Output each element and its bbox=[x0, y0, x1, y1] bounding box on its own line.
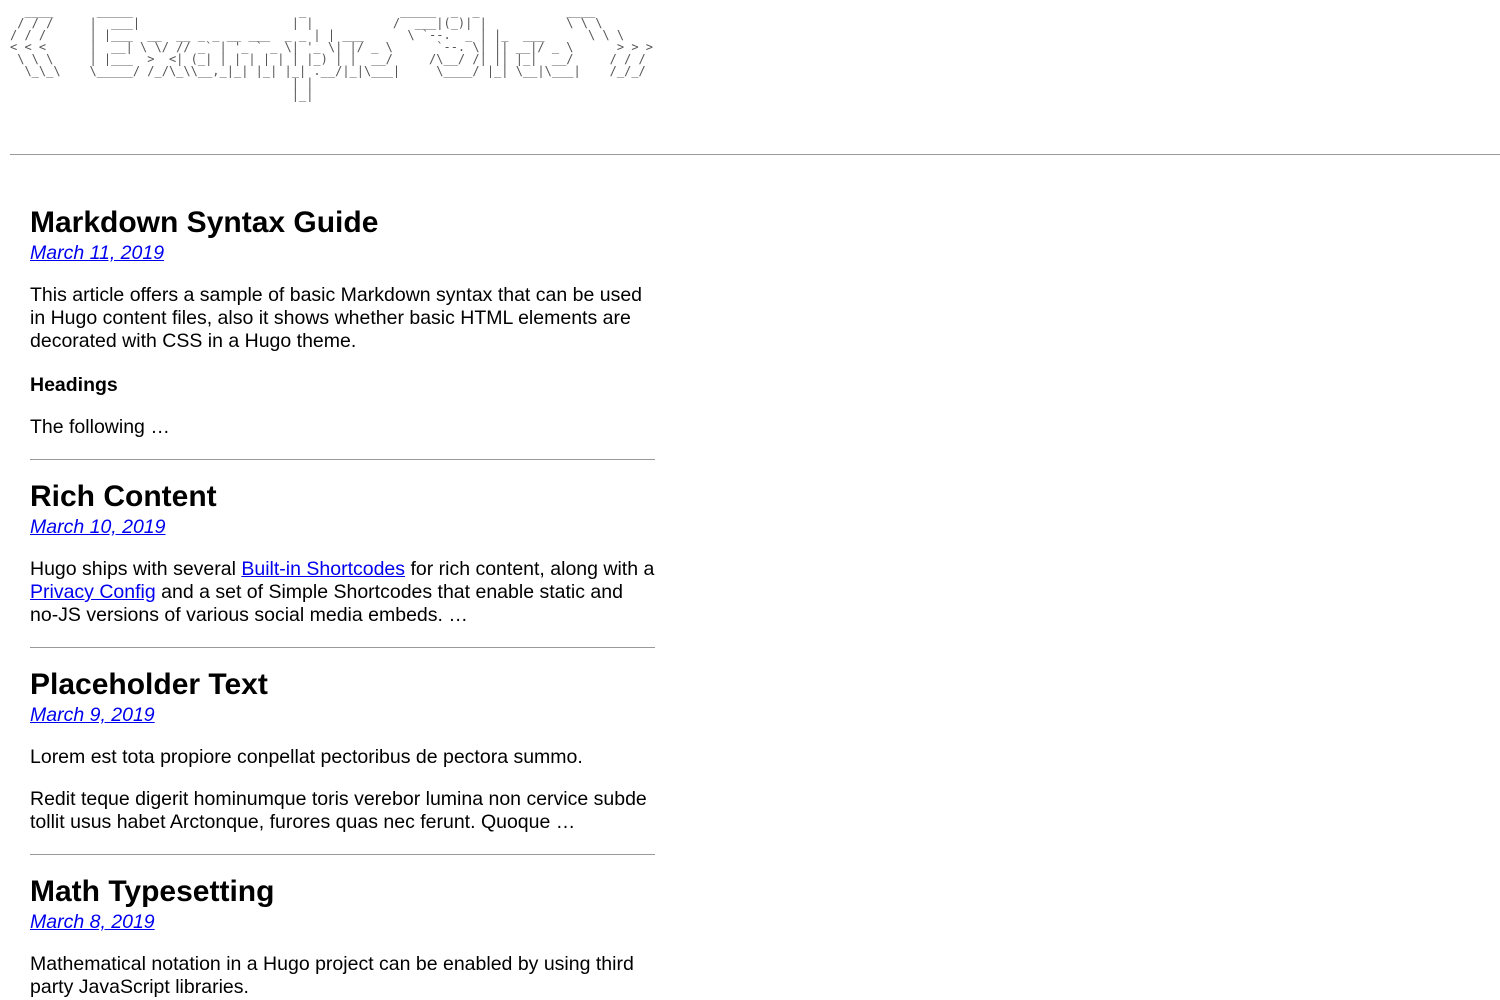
post-summary: Lorem est tota propiore conpellat pector… bbox=[30, 746, 655, 834]
post-divider bbox=[30, 647, 655, 648]
post-date-link[interactable]: March 10, 2019 bbox=[30, 516, 166, 539]
post-item: Rich Content March 10, 2019 Hugo ships w… bbox=[30, 479, 655, 627]
post-title: Placeholder Text bbox=[30, 668, 268, 701]
post-date-link[interactable]: March 11, 2019 bbox=[30, 242, 164, 265]
post-item: Placeholder Text March 9, 2019 Lorem est… bbox=[30, 667, 655, 834]
post-item: Markdown Syntax Guide March 11, 2019 Thi… bbox=[30, 205, 655, 439]
site-header: ____ _____ _ _____ _ _ ____ / / / | ___|… bbox=[0, 0, 1500, 155]
summary-paragraph: Mathematical notation in a Hugo project … bbox=[30, 953, 634, 998]
post-summary: Mathematical notation in a Hugo project … bbox=[30, 953, 655, 999]
post-summary: This article offers a sample of basic Ma… bbox=[30, 284, 655, 439]
summary-paragraph: This article offers a sample of basic Ma… bbox=[30, 284, 643, 352]
post-title: Math Typesetting bbox=[30, 875, 275, 908]
summary-paragraph: Lorem est tota propiore conpellat pector… bbox=[30, 746, 583, 768]
post-item: Math Typesetting March 8, 2019 Mathemati… bbox=[30, 874, 655, 999]
post-date-link[interactable]: March 9, 2019 bbox=[30, 704, 155, 727]
post-title: Markdown Syntax Guide bbox=[30, 206, 379, 239]
built-in-shortcodes-link[interactable]: Built-in Shortcodes bbox=[241, 558, 405, 580]
summary-paragraph: Redit teque digerit hominumque toris ver… bbox=[30, 788, 647, 833]
summary-text: Hugo ships with several bbox=[30, 558, 242, 580]
post-title: Rich Content bbox=[30, 480, 217, 513]
summary-paragraph: The following … bbox=[30, 416, 170, 438]
post-divider bbox=[30, 459, 655, 460]
post-date-link[interactable]: March 8, 2019 bbox=[30, 911, 155, 934]
privacy-config-link[interactable]: Privacy Config bbox=[30, 581, 156, 603]
post-divider bbox=[30, 854, 655, 855]
header-divider bbox=[10, 154, 1500, 155]
site-logo-ascii[interactable]: ____ _____ _ _____ _ _ ____ / / / | ___|… bbox=[10, 5, 653, 101]
post-summary: Hugo ships with several Built-in Shortco… bbox=[30, 558, 655, 627]
post-list: Markdown Syntax Guide March 11, 2019 Thi… bbox=[30, 205, 655, 999]
summary-text: for rich content, along with a bbox=[405, 558, 655, 580]
summary-heading: Headings bbox=[30, 374, 118, 396]
summary-paragraph: Hugo ships with several Built-in Shortco… bbox=[30, 558, 655, 627]
